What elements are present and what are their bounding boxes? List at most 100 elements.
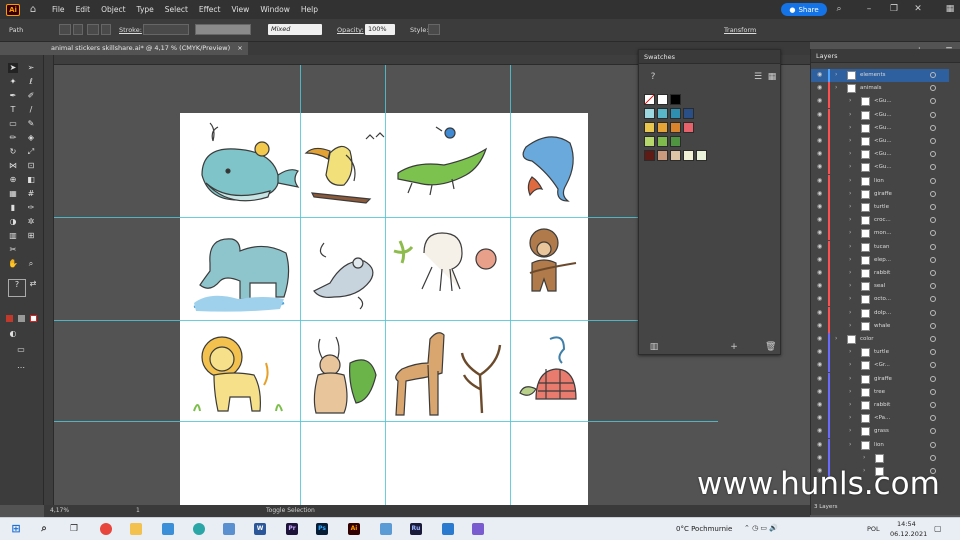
color-swatch[interactable] xyxy=(696,150,707,161)
visibility-eye-icon[interactable]: ◉ xyxy=(817,362,824,368)
layer-row[interactable]: ◉ › rabbit xyxy=(811,267,949,280)
color-swatch[interactable] xyxy=(657,150,668,161)
layer-row[interactable]: ◉ › octo... xyxy=(811,293,949,307)
premiere-icon[interactable]: Pr xyxy=(286,523,298,535)
minimize-icon[interactable]: – xyxy=(864,4,874,14)
swatch-libraries-icon[interactable]: ▥ xyxy=(649,342,659,352)
layer-row[interactable]: ◉ › lion xyxy=(811,438,949,452)
expand-arrow-icon[interactable]: › xyxy=(863,454,865,461)
target-circle-icon[interactable] xyxy=(930,270,936,276)
target-circle-icon[interactable] xyxy=(930,204,936,210)
layer-row[interactable]: ◉ › <Gu... xyxy=(811,148,949,162)
expand-arrow-icon[interactable]: › xyxy=(849,322,851,329)
layer-row[interactable]: ◉ › elep... xyxy=(811,253,949,267)
app4-icon[interactable] xyxy=(472,523,484,535)
layer-row[interactable]: ◉ › giraffe xyxy=(811,372,949,386)
layer-row[interactable]: ◉ › croc... xyxy=(811,214,949,228)
menu-view[interactable]: View xyxy=(232,5,250,14)
expand-arrow-icon[interactable]: › xyxy=(849,124,851,131)
expand-arrow-icon[interactable]: › xyxy=(849,361,851,368)
target-circle-icon[interactable] xyxy=(930,336,936,342)
symbol-sprayer-icon[interactable]: ✲ xyxy=(26,217,36,227)
artboard-tool-icon[interactable]: ⊞ xyxy=(26,231,36,241)
giraffe-sticker[interactable] xyxy=(395,332,502,416)
layer-row[interactable]: ◉ › <Gu... xyxy=(811,95,949,109)
hand-tool-icon[interactable]: ✋ xyxy=(8,259,18,269)
target-circle-icon[interactable] xyxy=(930,375,936,382)
eraser-icon[interactable]: ◈ xyxy=(26,133,36,143)
expand-arrow-icon[interactable]: › xyxy=(849,137,851,144)
visibility-eye-icon[interactable]: ◉ xyxy=(817,415,824,421)
color-swatch[interactable] xyxy=(670,136,681,147)
visibility-eye-icon[interactable]: ◉ xyxy=(817,85,824,91)
close-tab-icon[interactable]: × xyxy=(237,44,242,52)
shape-builder-icon[interactable]: ⊕ xyxy=(8,175,18,185)
more-tools-icon[interactable]: ⋯ xyxy=(16,363,26,373)
illustrator-taskbar-icon[interactable]: Ai xyxy=(348,523,360,535)
fill-dropdown[interactable] xyxy=(73,24,83,35)
app-icon[interactable] xyxy=(223,523,235,535)
visibility-eye-icon[interactable]: ◉ xyxy=(817,388,824,394)
gradient-color-icon[interactable] xyxy=(18,315,25,322)
draw-mode-icon[interactable]: ◐ xyxy=(8,329,18,339)
visibility-eye-icon[interactable]: ◉ xyxy=(817,164,824,170)
visibility-eye-icon[interactable]: ◉ xyxy=(817,230,824,236)
target-circle-icon[interactable] xyxy=(930,402,936,408)
snipping-icon[interactable] xyxy=(162,523,174,535)
menu-effect[interactable]: Effect xyxy=(199,5,221,14)
menu-help[interactable]: Help xyxy=(301,5,318,14)
column-graph-icon[interactable]: ▥ xyxy=(8,231,18,241)
layer-row[interactable]: ◉ › turtle xyxy=(811,201,949,214)
curvature-tool-icon[interactable]: ✐ xyxy=(26,91,36,101)
target-circle-icon[interactable] xyxy=(930,243,936,250)
selection-tool-icon[interactable]: ➤ xyxy=(8,63,18,73)
zoom-level[interactable]: 4,17% xyxy=(50,507,69,514)
expand-arrow-icon[interactable]: › xyxy=(835,84,837,91)
layer-row[interactable]: ◉ › whale xyxy=(811,319,949,333)
expand-arrow-icon[interactable]: › xyxy=(849,388,851,395)
color-swatch[interactable] xyxy=(670,122,681,133)
visibility-eye-icon[interactable]: ◉ xyxy=(817,204,824,210)
mesh-tool-icon[interactable]: # xyxy=(26,189,36,199)
artboard-number[interactable]: 1 xyxy=(136,507,140,514)
layer-row[interactable]: ◉ › color xyxy=(811,333,949,346)
visibility-eye-icon[interactable]: ◉ xyxy=(817,98,824,104)
transform-label[interactable]: Transform xyxy=(724,26,756,34)
expand-arrow-icon[interactable]: › xyxy=(849,269,851,276)
expand-arrow-icon[interactable]: › xyxy=(849,441,851,448)
lasso-icon[interactable]: ℓ xyxy=(26,77,36,87)
visibility-eye-icon[interactable]: ◉ xyxy=(817,349,824,355)
lion-sticker[interactable] xyxy=(193,336,283,412)
turtle-sticker[interactable] xyxy=(519,336,577,400)
color-swatch[interactable] xyxy=(670,108,681,119)
swatch-options-icon[interactable]: ? xyxy=(647,72,659,82)
menu-edit[interactable]: Edit xyxy=(76,5,91,14)
target-circle-icon[interactable] xyxy=(930,111,936,118)
visibility-eye-icon[interactable]: ◉ xyxy=(817,72,824,78)
visibility-eye-icon[interactable]: ◉ xyxy=(817,283,824,289)
layer-row[interactable]: ◉ › mon... xyxy=(811,227,949,241)
vertical-ruler[interactable] xyxy=(44,55,54,505)
visibility-eye-icon[interactable]: ◉ xyxy=(817,256,824,262)
target-circle-icon[interactable] xyxy=(930,454,936,461)
eyedropper-icon[interactable]: ✑ xyxy=(26,203,36,213)
expand-arrow-icon[interactable]: › xyxy=(849,111,851,118)
target-circle-icon[interactable] xyxy=(930,98,936,105)
search-icon[interactable]: ⌕ xyxy=(834,4,844,14)
visibility-eye-icon[interactable]: ◉ xyxy=(817,296,824,302)
target-circle-icon[interactable] xyxy=(930,151,936,158)
visibility-eye-icon[interactable]: ◉ xyxy=(817,402,824,408)
magic-wand-icon[interactable]: ✦ xyxy=(8,77,18,87)
language-indicator[interactable]: POL xyxy=(867,525,880,533)
target-circle-icon[interactable] xyxy=(930,177,936,184)
visibility-eye-icon[interactable]: ◉ xyxy=(817,309,824,315)
layer-row[interactable]: ◉ › <Pa... xyxy=(811,412,949,426)
list-view-icon[interactable]: ☰ xyxy=(753,72,763,82)
notifications-icon[interactable]: ▢ xyxy=(934,524,942,533)
file-explorer-icon[interactable] xyxy=(130,523,142,535)
opacity-field[interactable]: 100% xyxy=(365,24,395,35)
visibility-eye-icon[interactable]: ◉ xyxy=(817,270,824,276)
target-circle-icon[interactable] xyxy=(930,72,936,78)
grid-view-icon[interactable]: ▦ xyxy=(767,72,777,82)
color-swatch[interactable] xyxy=(657,136,668,147)
